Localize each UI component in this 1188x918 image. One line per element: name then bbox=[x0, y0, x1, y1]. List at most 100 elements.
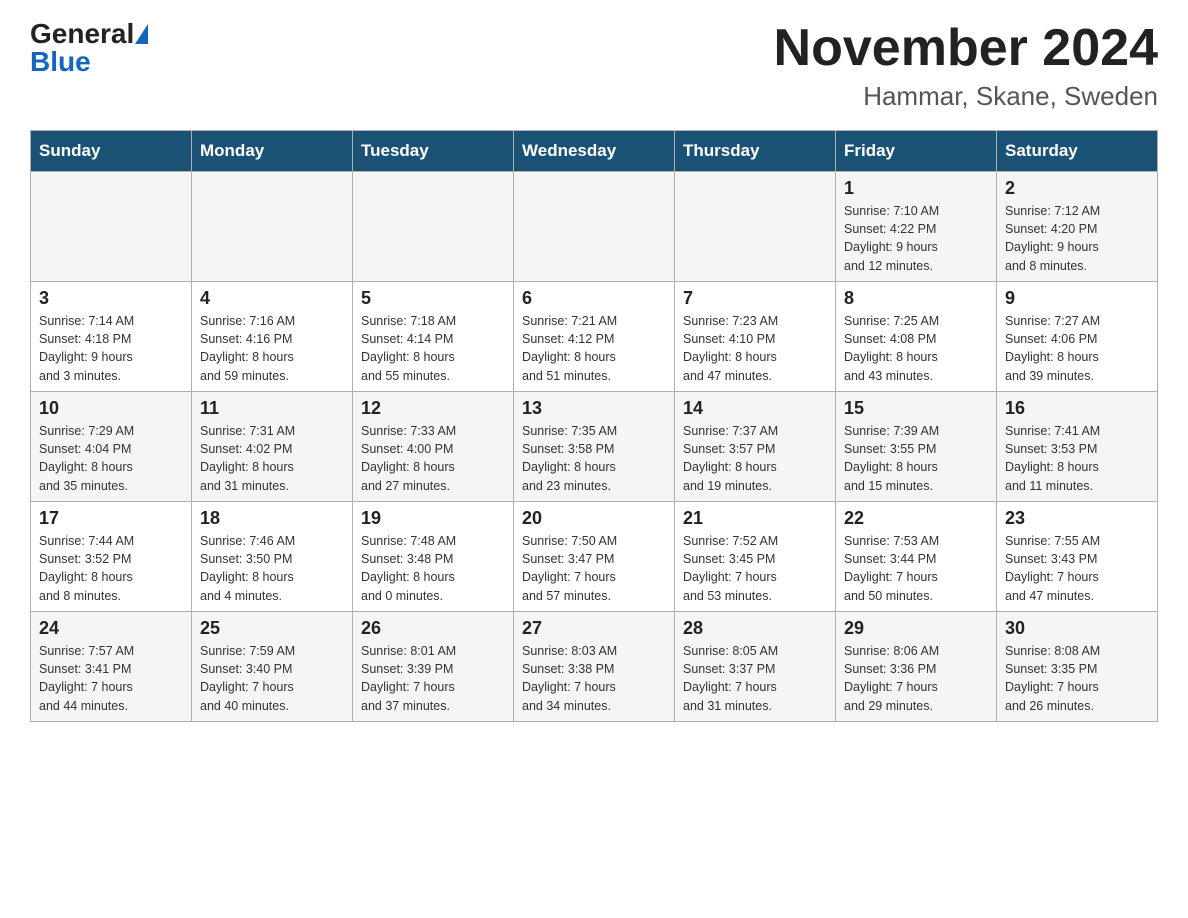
location-title: Hammar, Skane, Sweden bbox=[774, 81, 1158, 112]
calendar-table: Sunday Monday Tuesday Wednesday Thursday… bbox=[30, 130, 1158, 722]
day-number: 9 bbox=[1005, 288, 1149, 309]
day-info: Sunrise: 7:10 AM Sunset: 4:22 PM Dayligh… bbox=[844, 202, 988, 275]
day-info: Sunrise: 7:59 AM Sunset: 3:40 PM Dayligh… bbox=[200, 642, 344, 715]
day-number: 18 bbox=[200, 508, 344, 529]
day-info: Sunrise: 7:52 AM Sunset: 3:45 PM Dayligh… bbox=[683, 532, 827, 605]
table-row: 30 Sunrise: 8:08 AM Sunset: 3:35 PM Dayli… bbox=[997, 612, 1158, 722]
day-info: Sunrise: 7:44 AM Sunset: 3:52 PM Dayligh… bbox=[39, 532, 183, 605]
day-number: 19 bbox=[361, 508, 505, 529]
calendar-week-row: 1 Sunrise: 7:10 AM Sunset: 4:22 PM Daylig… bbox=[31, 172, 1158, 282]
day-number: 1 bbox=[844, 178, 988, 199]
day-number: 28 bbox=[683, 618, 827, 639]
table-row bbox=[675, 172, 836, 282]
table-row: 6Sunrise: 7:21 AM Sunset: 4:12 PM Daylig… bbox=[514, 282, 675, 392]
day-number: 20 bbox=[522, 508, 666, 529]
calendar-week-row: 17 Sunrise: 7:44 AM Sunset: 3:52 PM Dayli… bbox=[31, 502, 1158, 612]
day-info: Sunrise: 7:57 AM Sunset: 3:41 PM Dayligh… bbox=[39, 642, 183, 715]
day-number: 4 bbox=[200, 288, 344, 309]
table-row: 7 Sunrise: 7:23 AM Sunset: 4:10 PM Daylig… bbox=[675, 282, 836, 392]
table-row: 5 Sunrise: 7:18 AM Sunset: 4:14 PM Daylig… bbox=[353, 282, 514, 392]
logo: General Blue bbox=[30, 20, 148, 76]
day-info: Sunrise: 7:25 AM Sunset: 4:08 PM Dayligh… bbox=[844, 312, 988, 385]
day-number: 10 bbox=[39, 398, 183, 419]
title-section: November 2024 Hammar, Skane, Sweden bbox=[774, 20, 1158, 112]
col-sunday: Sunday bbox=[31, 131, 192, 172]
day-number: 2 bbox=[1005, 178, 1149, 199]
day-number: 5 bbox=[361, 288, 505, 309]
day-info: Sunrise: 7:48 AM Sunset: 3:48 PM Dayligh… bbox=[361, 532, 505, 605]
table-row: 24Sunrise: 7:57 AM Sunset: 3:41 PM Dayli… bbox=[31, 612, 192, 722]
day-number: 22 bbox=[844, 508, 988, 529]
logo-general: General bbox=[30, 20, 134, 48]
calendar-header-row: Sunday Monday Tuesday Wednesday Thursday… bbox=[31, 131, 1158, 172]
table-row: 22 Sunrise: 7:53 AM Sunset: 3:44 PM Dayli… bbox=[836, 502, 997, 612]
day-info: Sunrise: 8:01 AM Sunset: 3:39 PM Dayligh… bbox=[361, 642, 505, 715]
table-row bbox=[514, 172, 675, 282]
table-row: 10 Sunrise: 7:29 AM Sunset: 4:04 PM Dayli… bbox=[31, 392, 192, 502]
table-row: 26Sunrise: 8:01 AM Sunset: 3:39 PM Dayli… bbox=[353, 612, 514, 722]
day-number: 3 bbox=[39, 288, 183, 309]
table-row: 20 Sunrise: 7:50 AM Sunset: 3:47 PM Dayli… bbox=[514, 502, 675, 612]
day-number: 7 bbox=[683, 288, 827, 309]
table-row bbox=[353, 172, 514, 282]
day-info: Sunrise: 7:29 AM Sunset: 4:04 PM Dayligh… bbox=[39, 422, 183, 495]
day-info: Sunrise: 7:53 AM Sunset: 3:44 PM Dayligh… bbox=[844, 532, 988, 605]
day-info: Sunrise: 7:33 AM Sunset: 4:00 PM Dayligh… bbox=[361, 422, 505, 495]
day-info: Sunrise: 7:21 AM Sunset: 4:12 PM Dayligh… bbox=[522, 312, 666, 385]
day-number: 23 bbox=[1005, 508, 1149, 529]
day-info: Sunrise: 7:35 AM Sunset: 3:58 PM Dayligh… bbox=[522, 422, 666, 495]
day-info: Sunrise: 7:23 AM Sunset: 4:10 PM Dayligh… bbox=[683, 312, 827, 385]
day-info: Sunrise: 7:46 AM Sunset: 3:50 PM Dayligh… bbox=[200, 532, 344, 605]
table-row: 2 Sunrise: 7:12 AM Sunset: 4:20 PM Daylig… bbox=[997, 172, 1158, 282]
day-info: Sunrise: 7:39 AM Sunset: 3:55 PM Dayligh… bbox=[844, 422, 988, 495]
table-row: 14Sunrise: 7:37 AM Sunset: 3:57 PM Dayli… bbox=[675, 392, 836, 502]
day-info: Sunrise: 7:16 AM Sunset: 4:16 PM Dayligh… bbox=[200, 312, 344, 385]
day-number: 21 bbox=[683, 508, 827, 529]
table-row: 21 Sunrise: 7:52 AM Sunset: 3:45 PM Dayli… bbox=[675, 502, 836, 612]
month-title: November 2024 bbox=[774, 20, 1158, 77]
table-row: 8 Sunrise: 7:25 AM Sunset: 4:08 PM Daylig… bbox=[836, 282, 997, 392]
day-number: 29 bbox=[844, 618, 988, 639]
day-number: 15 bbox=[844, 398, 988, 419]
day-number: 13 bbox=[522, 398, 666, 419]
calendar-week-row: 10 Sunrise: 7:29 AM Sunset: 4:04 PM Dayli… bbox=[31, 392, 1158, 502]
table-row: 28Sunrise: 8:05 AM Sunset: 3:37 PM Dayli… bbox=[675, 612, 836, 722]
day-number: 11 bbox=[200, 398, 344, 419]
table-row: 17 Sunrise: 7:44 AM Sunset: 3:52 PM Dayli… bbox=[31, 502, 192, 612]
table-row: 18 Sunrise: 7:46 AM Sunset: 3:50 PM Dayli… bbox=[192, 502, 353, 612]
table-row: 13 Sunrise: 7:35 AM Sunset: 3:58 PM Dayli… bbox=[514, 392, 675, 502]
calendar-week-row: 3Sunrise: 7:14 AM Sunset: 4:18 PM Daylig… bbox=[31, 282, 1158, 392]
logo-blue: Blue bbox=[30, 48, 91, 76]
day-info: Sunrise: 7:12 AM Sunset: 4:20 PM Dayligh… bbox=[1005, 202, 1149, 275]
logo-triangle-icon bbox=[135, 24, 148, 44]
table-row: 27Sunrise: 8:03 AM Sunset: 3:38 PM Dayli… bbox=[514, 612, 675, 722]
col-friday: Friday bbox=[836, 131, 997, 172]
col-saturday: Saturday bbox=[997, 131, 1158, 172]
calendar-week-row: 24Sunrise: 7:57 AM Sunset: 3:41 PM Dayli… bbox=[31, 612, 1158, 722]
page-header: General Blue November 2024 Hammar, Skane… bbox=[30, 20, 1158, 112]
day-info: Sunrise: 8:06 AM Sunset: 3:36 PM Dayligh… bbox=[844, 642, 988, 715]
table-row: 25 Sunrise: 7:59 AM Sunset: 3:40 PM Dayli… bbox=[192, 612, 353, 722]
table-row: 9 Sunrise: 7:27 AM Sunset: 4:06 PM Daylig… bbox=[997, 282, 1158, 392]
day-number: 17 bbox=[39, 508, 183, 529]
table-row: 11Sunrise: 7:31 AM Sunset: 4:02 PM Dayli… bbox=[192, 392, 353, 502]
table-row: 23Sunrise: 7:55 AM Sunset: 3:43 PM Dayli… bbox=[997, 502, 1158, 612]
day-info: Sunrise: 7:41 AM Sunset: 3:53 PM Dayligh… bbox=[1005, 422, 1149, 495]
day-number: 30 bbox=[1005, 618, 1149, 639]
day-number: 14 bbox=[683, 398, 827, 419]
day-number: 12 bbox=[361, 398, 505, 419]
table-row: 19 Sunrise: 7:48 AM Sunset: 3:48 PM Dayli… bbox=[353, 502, 514, 612]
table-row: 4 Sunrise: 7:16 AM Sunset: 4:16 PM Daylig… bbox=[192, 282, 353, 392]
day-number: 8 bbox=[844, 288, 988, 309]
day-info: Sunrise: 7:50 AM Sunset: 3:47 PM Dayligh… bbox=[522, 532, 666, 605]
table-row: 3Sunrise: 7:14 AM Sunset: 4:18 PM Daylig… bbox=[31, 282, 192, 392]
day-info: Sunrise: 7:27 AM Sunset: 4:06 PM Dayligh… bbox=[1005, 312, 1149, 385]
col-tuesday: Tuesday bbox=[353, 131, 514, 172]
table-row: 29 Sunrise: 8:06 AM Sunset: 3:36 PM Dayli… bbox=[836, 612, 997, 722]
day-number: 25 bbox=[200, 618, 344, 639]
day-info: Sunrise: 8:08 AM Sunset: 3:35 PM Dayligh… bbox=[1005, 642, 1149, 715]
col-thursday: Thursday bbox=[675, 131, 836, 172]
table-row: 12 Sunrise: 7:33 AM Sunset: 4:00 PM Dayli… bbox=[353, 392, 514, 502]
day-info: Sunrise: 7:18 AM Sunset: 4:14 PM Dayligh… bbox=[361, 312, 505, 385]
table-row: 16Sunrise: 7:41 AM Sunset: 3:53 PM Dayli… bbox=[997, 392, 1158, 502]
